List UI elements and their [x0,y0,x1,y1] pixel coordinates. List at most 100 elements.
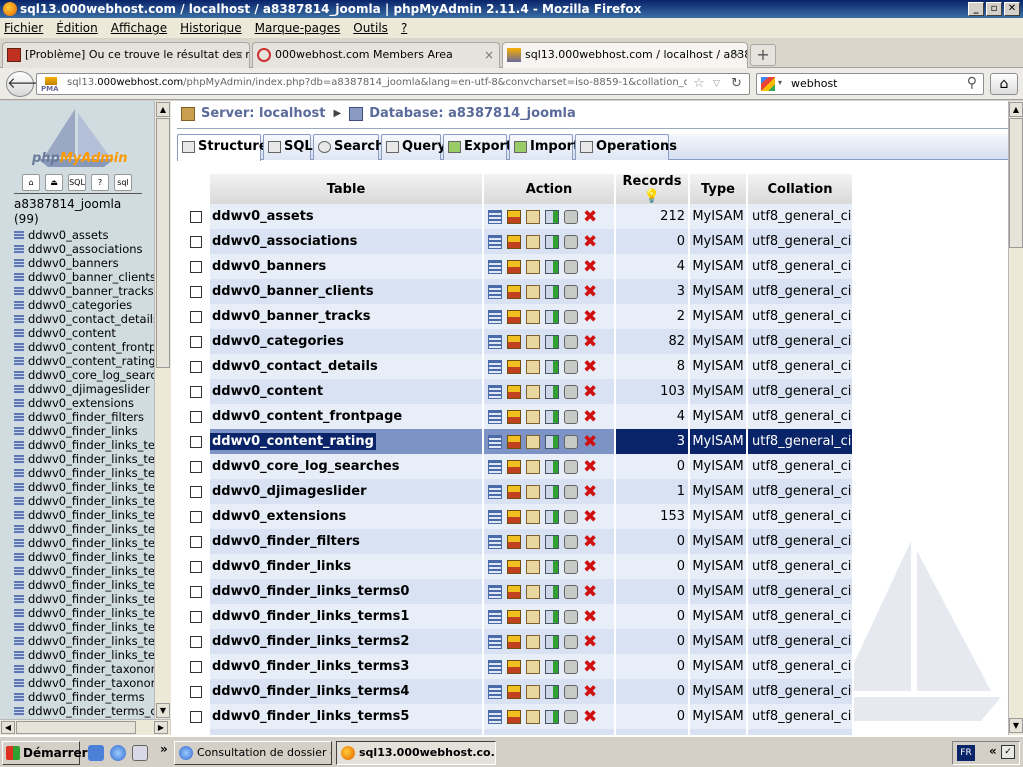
row-checkbox[interactable] [190,560,202,573]
structure-icon[interactable] [507,559,521,574]
empty-icon[interactable] [564,434,578,449]
search-icon[interactable] [526,484,540,499]
row-checkbox[interactable] [190,310,202,323]
tab-operations[interactable]: Operations [575,134,677,160]
table-name-link[interactable]: ddwv0_finder_links_terms5 [210,709,409,724]
row-checkbox[interactable] [190,335,202,348]
web-search-box[interactable]: ▾ webhost ⚲ [756,73,984,95]
sidebar-table-item[interactable]: ddwv0_finder_links_terms2 [14,466,156,480]
search-icon[interactable] [526,234,540,249]
structure-icon[interactable] [507,609,521,624]
menu-edit[interactable]: Édition [56,21,98,35]
structure-icon[interactable] [507,509,521,524]
scroll-thumb[interactable] [1009,118,1023,248]
table-name-link[interactable]: ddwv0_finder_links_terms0 [210,584,409,599]
sidebar-table-item[interactable]: ddwv0_finder_terms [14,690,156,704]
empty-icon[interactable] [564,334,578,349]
sidebar-table-item[interactable]: ddwv0_content_frontpage [14,340,156,354]
structure-icon[interactable] [507,634,521,649]
browse-icon[interactable] [488,234,502,249]
sidebar-table-item[interactable]: ddwv0_finder_links_termse [14,634,156,648]
insert-icon[interactable] [545,709,559,724]
empty-icon[interactable] [564,609,578,624]
scroll-right-arrow-icon[interactable]: ▶ [154,721,168,734]
empty-icon[interactable] [564,659,578,674]
empty-icon[interactable] [564,584,578,599]
empty-icon[interactable] [564,384,578,399]
table-name-link[interactable]: ddwv0_extensions [210,509,346,524]
empty-icon[interactable] [564,234,578,249]
search-icon[interactable] [526,584,540,599]
language-indicator[interactable]: FR [957,745,975,761]
empty-icon[interactable] [564,209,578,224]
breadcrumb-database[interactable]: Database: a8387814_joomla [369,106,576,121]
row-checkbox[interactable] [190,385,202,398]
structure-icon[interactable] [507,484,521,499]
table-name-link[interactable]: ddwv0_finder_links_terms2 [210,634,409,649]
sidebar-table-item[interactable]: ddwv0_finder_links_terms9 [14,564,156,578]
sidebar-table-item[interactable]: ddwv0_finder_links_termsc [14,606,156,620]
database-name[interactable]: a8387814_joomla (99) [14,197,121,227]
sidebar-table-item[interactable]: ddwv0_content_rating [14,354,156,368]
table-name-link[interactable]: ddwv0_finder_links [210,559,351,574]
empty-icon[interactable] [564,684,578,699]
empty-icon[interactable] [564,259,578,274]
desktop-quicklaunch-icon[interactable] [88,745,104,761]
empty-icon[interactable] [564,359,578,374]
structure-icon[interactable] [507,534,521,549]
structure-icon[interactable] [507,259,521,274]
sidebar-table-item[interactable]: ddwv0_finder_taxonomy [14,662,156,676]
browse-icon[interactable] [488,584,502,599]
drop-icon[interactable]: ✖ [583,508,597,525]
drop-icon[interactable]: ✖ [583,483,597,500]
insert-icon[interactable] [545,284,559,299]
search-icon[interactable] [526,209,540,224]
search-icon[interactable] [526,534,540,549]
sidebar-table-item[interactable]: ddwv0_core_log_searches [14,368,156,382]
scroll-down-arrow-icon[interactable]: ▼ [1009,718,1023,733]
structure-icon[interactable] [507,584,521,599]
left-horizontal-scrollbar[interactable]: ◀ ▶ [0,719,170,735]
logout-icon[interactable]: ⏏ [45,174,63,191]
search-icon[interactable] [526,509,540,524]
table-row[interactable]: ddwv0_contact_details ✖ 8 MyISAM utf8_genera… [185,354,854,379]
browse-icon[interactable] [488,659,502,674]
tab-export[interactable]: Export [443,134,512,160]
table-row[interactable]: ddwv0_associations ✖ 0 MyISAM utf8_general_c… [185,229,854,254]
sidebar-table-item[interactable]: ddwv0_finder_links_termsd [14,620,156,634]
insert-icon[interactable] [545,584,559,599]
insert-icon[interactable] [545,209,559,224]
menu-view[interactable]: Affichage [111,21,167,35]
insert-icon[interactable] [545,259,559,274]
search-icon[interactable] [526,709,540,724]
browse-icon[interactable] [488,209,502,224]
browse-icon[interactable] [488,534,502,549]
table-row[interactable]: ddwv0_djimageslider ✖ 1 MyISAM utf8_general_… [185,479,854,504]
sidebar-table-item[interactable]: ddwv0_finder_links_terms7 [14,536,156,550]
structure-icon[interactable] [507,434,521,449]
search-icon[interactable] [526,684,540,699]
table-row[interactable]: ddwv0_categories ✖ 82 MyISAM utf8_general_ci [185,329,854,354]
row-checkbox[interactable] [190,635,202,648]
header-table[interactable]: Table [209,174,484,204]
main-vertical-scrollbar[interactable]: ▲ ▼ [1008,101,1023,735]
table-row[interactable]: ddwv0_finder_links_terms5 ✖ 0 MyISAM utf8_ge… [185,704,854,729]
table-row[interactable]: ddwv0_finder_links_terms4 ✖ 0 MyISAM utf8_ge… [185,679,854,704]
help-icon[interactable]: ? [91,174,109,191]
drop-icon[interactable]: ✖ [583,433,597,450]
empty-icon[interactable] [564,309,578,324]
table-row[interactable]: ddwv0_finder_links_terms1 ✖ 0 MyISAM utf8_ge… [185,604,854,629]
row-checkbox[interactable] [190,410,202,423]
new-tab-button[interactable]: + [750,44,776,66]
table-row[interactable]: ddwv0_assets ✖ 212 MyISAM utf8_general_ci [185,204,854,229]
drop-icon[interactable]: ✖ [583,708,597,725]
menu-history[interactable]: Historique [180,21,242,35]
empty-icon[interactable] [564,284,578,299]
insert-icon[interactable] [545,659,559,674]
table-row[interactable]: ddwv0_banners ✖ 4 MyISAM utf8_general_ci [185,254,854,279]
insert-icon[interactable] [545,309,559,324]
structure-icon[interactable] [507,459,521,474]
minimize-button[interactable]: _ [968,2,984,16]
tray-checkbox-icon[interactable]: ✓ [1001,745,1015,759]
sidebar-table-item[interactable]: ddwv0_finder_links_terms8 [14,550,156,564]
